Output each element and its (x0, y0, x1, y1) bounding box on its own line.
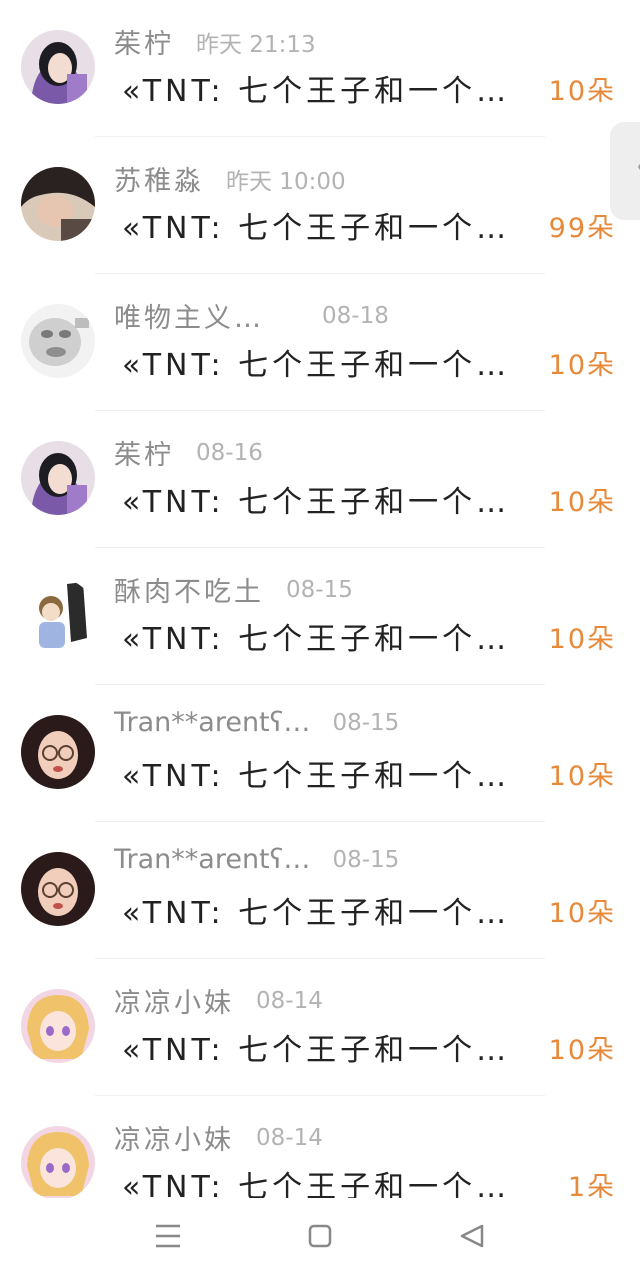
message-preview: «TNT: 七个王子和一个… (122, 1033, 511, 1068)
conversation-row[interactable]: 苏稚淼 昨天 10:00 «TNT: 七个王子和一个… 99朵 (0, 137, 640, 274)
flower-count: 10朵 (548, 1035, 616, 1066)
conversation-row[interactable]: 唯物主义… 08-18 «TNT: 七个王子和一个… 10朵 (0, 274, 640, 411)
sender-name: 凉凉小妹 (114, 1125, 234, 1156)
message-preview: «TNT: 七个王子和一个… (122, 485, 511, 520)
avatar[interactable] (21, 715, 95, 789)
timestamp: 08-15 (332, 709, 400, 736)
conversation-row[interactable]: Tran**arentʕ… 08-15 «TNT: 七个王子和一个… 10朵 (0, 822, 640, 959)
message-preview: «TNT: 七个王子和一个… (122, 896, 511, 931)
flower-count: 10朵 (548, 76, 616, 107)
timestamp: 08-14 (256, 987, 323, 1014)
chevron-left-icon: 〈 (618, 152, 640, 186)
timestamp: 08-15 (332, 846, 400, 873)
conversation-meta: Tran**arentʕ… 08-15 (114, 844, 399, 884)
flower-count: 10朵 (548, 350, 616, 381)
avatar[interactable] (21, 852, 95, 926)
avatar[interactable] (21, 989, 95, 1063)
timestamp: 昨天 10:00 (226, 168, 346, 195)
avatar[interactable] (21, 578, 95, 652)
conversation-row[interactable]: 凉凉小妹 08-14 «TNT: 七个王子和一个… 1朵 (0, 1096, 640, 1198)
flower-count: 10朵 (548, 898, 616, 929)
avatar[interactable] (21, 441, 95, 515)
conversation-row[interactable]: 酥肉不吃土 08-15 «TNT: 七个王子和一个… 10朵 (0, 548, 640, 685)
sender-name: 苏稚淼 (114, 166, 204, 197)
sender-name: Tran**arentʕ… (114, 844, 311, 875)
conversation-row[interactable]: 茱柠 08-16 «TNT: 七个王子和一个… 10朵 (0, 411, 640, 548)
flower-count: 1朵 (567, 1172, 616, 1198)
back-triangle-icon[interactable] (452, 1218, 492, 1254)
conversation-meta: 酥肉不吃土 08-15 (114, 570, 353, 610)
avatar[interactable] (21, 1126, 95, 1198)
message-preview: «TNT: 七个王子和一个… (122, 348, 511, 383)
sender-name: 唯物主义… (114, 303, 264, 334)
message-preview: «TNT: 七个王子和一个… (122, 1170, 511, 1198)
conversation-row[interactable]: Tran**arentʕ… 08-15 «TNT: 七个王子和一个… 10朵 (0, 685, 640, 822)
menu-icon[interactable] (148, 1218, 188, 1254)
message-preview: «TNT: 七个王子和一个… (122, 622, 511, 657)
conversation-meta: 茱柠 昨天 21:13 (114, 22, 316, 62)
conversation-meta: 凉凉小妹 08-14 (114, 1118, 323, 1158)
avatar[interactable] (21, 167, 95, 241)
sender-name: 酥肉不吃土 (114, 577, 264, 608)
sender-name: Tran**arentʕ… (114, 707, 311, 738)
message-preview: «TNT: 七个王子和一个… (122, 211, 511, 246)
conversation-meta: Tran**arentʕ… 08-15 (114, 707, 399, 747)
conversation-list: 茱柠 昨天 21:13 «TNT: 七个王子和一个… 10朵 苏稚淼 昨天 10:0… (0, 0, 640, 1198)
sender-name: 茱柠 (114, 29, 174, 60)
message-preview: «TNT: 七个王子和一个… (122, 759, 511, 794)
conversation-meta: 凉凉小妹 08-14 (114, 981, 323, 1021)
avatar[interactable] (21, 30, 95, 104)
flower-count: 10朵 (548, 487, 616, 518)
conversation-meta: 茱柠 08-16 (114, 433, 263, 473)
flower-count: 99朵 (548, 213, 616, 244)
avatar[interactable] (21, 304, 95, 378)
conversation-meta: 唯物主义… 08-18 (114, 296, 389, 336)
system-nav-bar (0, 1198, 640, 1275)
side-drawer-tab[interactable]: 〈 (610, 122, 640, 220)
conversation-row[interactable]: 茱柠 昨天 21:13 «TNT: 七个王子和一个… 10朵 (0, 0, 640, 137)
timestamp: 08-16 (196, 439, 263, 466)
flower-count: 10朵 (548, 761, 616, 792)
timestamp: 08-18 (322, 302, 389, 329)
conversation-row[interactable]: 凉凉小妹 08-14 «TNT: 七个王子和一个… 10朵 (0, 959, 640, 1096)
flower-count: 10朵 (548, 624, 616, 655)
sender-name: 凉凉小妹 (114, 988, 234, 1019)
conversation-meta: 苏稚淼 昨天 10:00 (114, 159, 346, 199)
timestamp: 08-15 (286, 576, 353, 603)
sender-name: 茱柠 (114, 440, 174, 471)
message-preview: «TNT: 七个王子和一个… (122, 74, 511, 109)
timestamp: 08-14 (256, 1124, 323, 1151)
timestamp: 昨天 21:13 (196, 31, 316, 58)
home-square-icon[interactable] (300, 1218, 340, 1254)
